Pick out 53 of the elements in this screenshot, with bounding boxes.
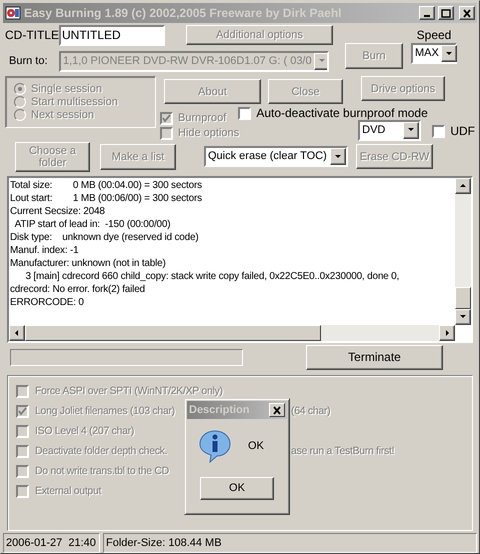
horizontal-scrollbar[interactable] [9, 325, 455, 341]
speed-label: Speed [416, 28, 452, 42]
scroll-right-icon[interactable] [439, 325, 455, 341]
status-folder-size: Folder-Size: 108.44 MB [103, 533, 477, 553]
auto-deactivate-checkbox[interactable]: Auto-deactivate burnproof mode [238, 104, 428, 122]
info-icon [198, 429, 232, 463]
scrollbar-thumb[interactable] [455, 287, 471, 309]
log-line: Current Secsize: 2048 [10, 205, 106, 218]
log-line: Total size: 0 MB (00:04.00) = 300 sectors [10, 179, 203, 192]
maximize-button[interactable] [438, 6, 454, 20]
speed-dropdown[interactable]: MAX [411, 43, 457, 64]
scroll-down-icon[interactable] [455, 309, 471, 325]
close-button[interactable] [269, 403, 285, 417]
minimize-icon [424, 14, 430, 16]
dialog-message: OK [248, 438, 264, 454]
option-label: ISO Level 4 (207 char) [35, 424, 134, 439]
status-datetime: 2006-01-27 21:40 [3, 533, 100, 553]
disc-app-icon [5, 5, 21, 21]
udf-checkbox[interactable]: UDF [432, 122, 475, 140]
log-line: Disk type: unknown dye (reserved id code) [10, 231, 200, 244]
option-label: Long Joliet filenames (103 char) [35, 404, 175, 419]
burn-to-label: Burn to: [8, 54, 49, 69]
option-label: Force ASPI over SPTI (WinNT/2K/XP only) [35, 384, 223, 399]
media-dropdown[interactable]: DVD [358, 120, 422, 140]
log-line: Manufacturer: unknown (not in table) [10, 257, 167, 270]
erase-mode-dropdown[interactable]: Quick erase (clear TOC) [204, 146, 348, 167]
vertical-scrollbar[interactable] [455, 178, 471, 325]
log-line: ATIP start of lead in: -150 (00:00/00) [14, 218, 172, 231]
close-icon [462, 8, 472, 18]
option-label: Deactivate folder depth check. [35, 444, 168, 459]
close-button[interactable] [459, 6, 475, 20]
checkbox[interactable] [238, 106, 252, 120]
option-label: Do not write trans.tbl to the CD [35, 464, 169, 479]
cd-title-label: CD-TITLE [5, 27, 59, 44]
log-line: 3 [main] cdrecord 660 child_copy: stack write copy failed, 0x22C5E0..0x230000, done 0, [24, 270, 400, 283]
minimize-button[interactable] [419, 6, 435, 20]
terminate-button[interactable]: Terminate [306, 344, 443, 370]
log-line: Lout start: 1 MB (00:06/00) = 300 sectors [10, 192, 203, 205]
cd-title-field[interactable]: UNTITLED [59, 24, 165, 46]
scrollbar-thumb[interactable] [25, 325, 321, 341]
checkbox[interactable] [432, 124, 446, 138]
ok-button[interactable]: OK [200, 477, 274, 500]
log-line: ERRORCODE: 0 [10, 296, 85, 309]
log-line: Manuf. index: -1 [10, 244, 80, 257]
log-line: cdrecord: No error. fork(2) failed [10, 283, 146, 296]
option-label: ase run a TestBurn first! [291, 444, 394, 459]
option-label: External output [35, 484, 102, 499]
dialog-title: Description [189, 402, 251, 418]
scroll-left-icon[interactable] [9, 325, 25, 341]
close-icon [272, 406, 282, 414]
scroll-up-icon[interactable] [455, 178, 471, 194]
maximize-icon [441, 8, 451, 18]
option-label: (64 char) [291, 404, 330, 419]
